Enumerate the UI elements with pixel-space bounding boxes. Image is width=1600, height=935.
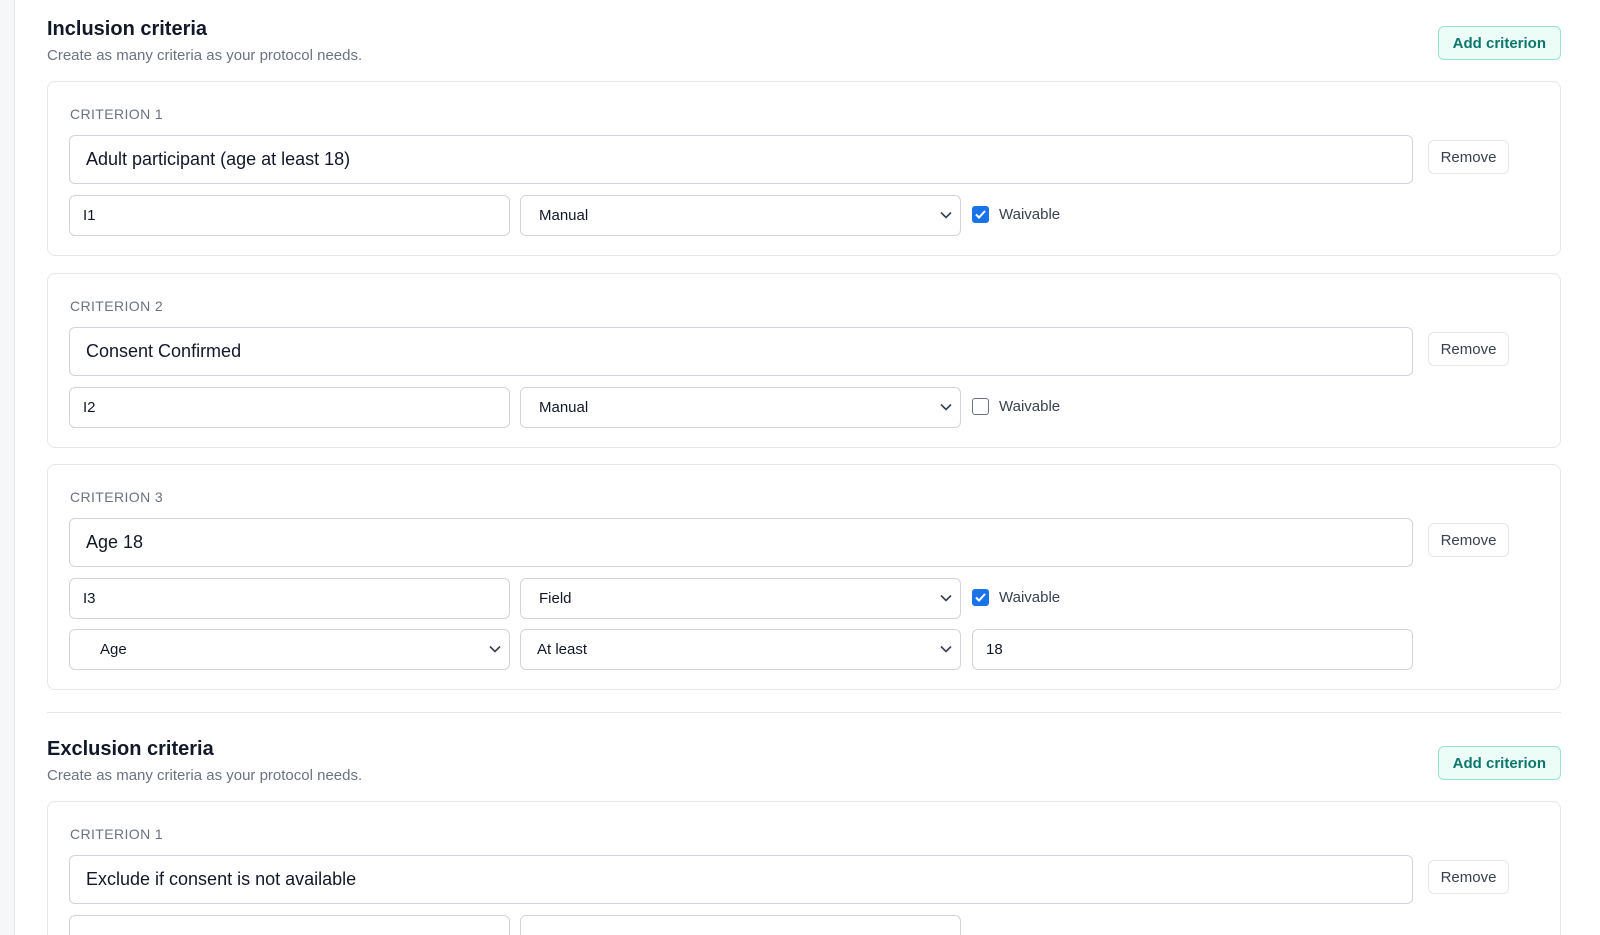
waivable-checkbox[interactable] — [972, 589, 989, 606]
check-icon — [975, 210, 986, 219]
inclusion-title: Inclusion criteria — [47, 18, 208, 40]
check-icon — [975, 593, 986, 602]
criterion-text-input[interactable] — [69, 855, 1413, 904]
criterion-code-input[interactable] — [69, 578, 510, 619]
criterion-operator-select[interactable]: At least — [520, 629, 961, 670]
criteria-panel: Inclusion criteria Create as many criter… — [14, 0, 1600, 935]
inclusion-subtitle: Create as many criteria as your protocol… — [47, 47, 363, 64]
criterion-code-input[interactable] — [69, 387, 510, 428]
inclusion-add-criterion-button[interactable]: Add criterion — [1437, 26, 1561, 60]
exclusion-header: Exclusion criteria Create as many criter… — [47, 720, 1561, 784]
inclusion-criterion-card-1: CRITERION 1 Remove Manual Waivable — [47, 81, 1561, 256]
criterion-label: CRITERION 3 — [70, 489, 164, 505]
criterion-type-select[interactable] — [520, 915, 961, 935]
waivable-checkbox[interactable] — [972, 398, 989, 415]
criterion-operator-value: At least — [537, 641, 588, 658]
criterion-type-value: Field — [539, 590, 572, 607]
chevron-down-icon — [940, 403, 952, 411]
chevron-down-icon — [489, 645, 501, 653]
section-divider — [47, 712, 1561, 713]
chevron-down-icon — [940, 211, 952, 219]
waivable-label: Waivable — [999, 398, 1061, 415]
waivable-label: Waivable — [999, 206, 1061, 223]
remove-criterion-button[interactable]: Remove — [1428, 332, 1509, 366]
exclusion-criterion-card-1: CRITERION 1 Remove — [47, 801, 1561, 935]
criterion-field-select[interactable]: Age — [69, 629, 510, 670]
exclusion-title: Exclusion criteria — [47, 738, 214, 760]
criterion-type-value: Manual — [539, 207, 589, 224]
exclusion-section: Exclusion criteria Create as many criter… — [47, 720, 1561, 935]
waivable-checkbox-row[interactable]: Waivable — [972, 589, 1060, 606]
inclusion-criterion-card-2: CRITERION 2 Remove Manual Waivable — [47, 273, 1561, 448]
waivable-checkbox-row[interactable]: Waivable — [972, 206, 1060, 223]
criterion-label: CRITERION 1 — [70, 106, 164, 122]
inclusion-header: Inclusion criteria Create as many criter… — [47, 0, 1561, 64]
chevron-down-icon — [940, 645, 952, 653]
remove-criterion-button[interactable]: Remove — [1428, 140, 1509, 174]
criterion-type-select[interactable]: Field — [520, 578, 961, 619]
exclusion-subtitle: Create as many criteria as your protocol… — [47, 767, 363, 784]
criterion-type-value: Manual — [539, 399, 589, 416]
criterion-label: CRITERION 1 — [70, 826, 164, 842]
criterion-type-select[interactable]: Manual — [520, 387, 961, 428]
waivable-checkbox[interactable] — [972, 206, 989, 223]
criterion-label: CRITERION 2 — [70, 298, 164, 314]
criterion-code-input[interactable] — [69, 915, 510, 935]
exclusion-add-criterion-button[interactable]: Add criterion — [1437, 746, 1561, 780]
chevron-down-icon — [940, 594, 952, 602]
criterion-type-select[interactable]: Manual — [520, 195, 961, 236]
criterion-field-value: Age — [100, 641, 127, 658]
remove-criterion-button[interactable]: Remove — [1428, 860, 1509, 894]
criterion-text-input[interactable] — [69, 327, 1413, 376]
waivable-checkbox-row[interactable]: Waivable — [972, 398, 1060, 415]
criterion-text-input[interactable] — [69, 135, 1413, 184]
criterion-code-input[interactable] — [69, 195, 510, 236]
inclusion-section: Inclusion criteria Create as many criter… — [47, 0, 1561, 690]
inclusion-criterion-card-3: CRITERION 3 Remove Field Waivable Age At… — [47, 464, 1561, 690]
criterion-text-input[interactable] — [69, 518, 1413, 567]
criterion-value-input[interactable] — [972, 629, 1413, 670]
remove-criterion-button[interactable]: Remove — [1428, 523, 1509, 557]
waivable-label: Waivable — [999, 589, 1061, 606]
